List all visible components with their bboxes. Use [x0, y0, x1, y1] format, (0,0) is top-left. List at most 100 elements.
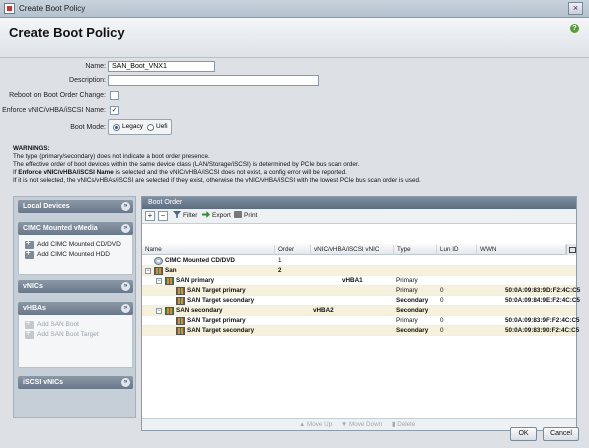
col-lun[interactable]: Lun ID — [437, 245, 477, 255]
filter-button[interactable]: Filter — [173, 211, 197, 221]
san-icon — [154, 267, 163, 275]
row-name: SAN primary — [176, 277, 215, 284]
bootmode-label: Boot Mode: — [70, 124, 106, 131]
export-button[interactable]: Export — [202, 211, 231, 221]
chevron-up-icon[interactable]: » — [121, 304, 130, 313]
row-name: SAN Target secondary — [187, 327, 255, 334]
cd-dvd-icon — [154, 257, 163, 265]
table-row[interactable]: SAN Target secondary Secondary 0 50:0A:0… — [142, 296, 580, 306]
col-name[interactable]: Name — [142, 245, 275, 255]
collapse-all-button[interactable]: − — [158, 211, 168, 221]
row-vnic: vHBA1 — [342, 277, 363, 284]
add-san-boot-label: Add SAN Boot — [37, 321, 79, 328]
collapse-node-icon[interactable]: − — [145, 268, 151, 274]
app-icon — [4, 3, 15, 14]
col-wwn[interactable]: WWN — [477, 245, 566, 255]
table-row[interactable]: SAN Target secondary Secondary 0 50:0A:0… — [142, 326, 579, 336]
section-cimc-vmedia-title: CIMC Mounted vMedia — [23, 225, 98, 232]
row-type: Primary — [396, 317, 418, 324]
row-lun: 0 — [440, 297, 444, 304]
add-san-boot-target-label: Add SAN Boot Target — [37, 331, 99, 338]
bootmode-uefi-label: Uefi — [156, 123, 168, 130]
section-vhbas[interactable]: vHBAs » — [18, 302, 133, 315]
row-wwn: 50:0A:09:83:9D:F2:4C:C5 — [505, 287, 581, 294]
name-field[interactable] — [108, 61, 215, 72]
section-local-devices-title: Local Devices — [23, 203, 70, 210]
section-iscsi-vnics[interactable]: iSCSI vNICs » — [18, 376, 133, 389]
add-san-boot-button[interactable]: Add SAN Boot — [25, 318, 79, 329]
col-vnic[interactable]: vNIC/vHBA/iSCSI vNIC — [311, 245, 394, 255]
add-san-target-icon — [25, 328, 34, 339]
window-title: Create Boot Policy — [19, 4, 86, 13]
section-iscsi-vnics-title: iSCSI vNICs — [23, 379, 64, 386]
chevron-down-icon[interactable]: » — [121, 202, 130, 211]
row-name: SAN Target secondary — [187, 297, 255, 304]
row-name: CIMC Mounted CD/DVD — [165, 257, 235, 264]
row-wwn: 50:0A:09:84:9E:F2:4C:C5 — [505, 297, 580, 304]
warning-line-3-post: is selected and the vNIC/vHBA/iSCSI does… — [113, 169, 347, 176]
print-button[interactable]: Print — [234, 211, 257, 221]
section-local-devices[interactable]: Local Devices » — [18, 200, 133, 213]
collapse-node-icon[interactable]: − — [156, 278, 162, 284]
chevron-up-icon[interactable]: » — [121, 224, 130, 233]
row-name: SAN secondary — [176, 307, 223, 314]
row-order: 2 — [278, 267, 282, 274]
reboot-checkbox[interactable] — [110, 91, 119, 100]
cancel-button[interactable]: Cancel — [543, 427, 579, 441]
enforce-checkbox[interactable]: ✓ — [110, 106, 119, 115]
column-chooser-icon[interactable] — [566, 244, 576, 255]
bootmode-uefi-radio[interactable] — [147, 124, 154, 131]
description-field[interactable] — [108, 75, 319, 86]
move-up-button[interactable]: ▲ Move Up — [299, 420, 332, 430]
row-order: 1 — [278, 257, 282, 264]
name-label: Name: — [85, 63, 106, 70]
move-down-button[interactable]: ▼ Move Down — [341, 420, 382, 430]
expand-all-button[interactable]: + — [145, 211, 155, 221]
close-icon[interactable]: × — [568, 2, 583, 15]
san-icon — [165, 307, 174, 315]
table-row[interactable]: − SAN primary vHBA1 Primary — [142, 276, 576, 286]
description-label: Description: — [69, 77, 106, 84]
warning-line-3-bold: Enforce vNIC/vHBA/iSCSI Name — [18, 169, 114, 176]
table-row[interactable]: SAN Target primary Primary 0 50:0A:09:83… — [142, 286, 580, 296]
help-icon[interactable]: ? — [570, 24, 579, 33]
col-type[interactable]: Type — [394, 245, 437, 255]
chevron-down-icon[interactable]: » — [121, 378, 130, 387]
reboot-label: Reboot on Boot Order Change: — [9, 92, 106, 99]
warnings-title: WARNINGS: — [13, 145, 50, 152]
ok-button[interactable]: OK — [510, 427, 537, 441]
add-cimc-hdd-button[interactable]: Add CIMC Mounted HDD — [25, 248, 110, 259]
row-vnic: vHBA2 — [313, 307, 334, 314]
enforce-label: Enforce vNIC/vHBA/iSCSI Name: — [2, 107, 106, 114]
table-row[interactable]: − San 2 — [142, 266, 576, 276]
table-row[interactable]: CIMC Mounted CD/DVD 1 — [142, 256, 576, 266]
export-icon — [202, 211, 210, 218]
add-cimc-cd-label: Add CIMC Mounted CD/DVD — [37, 241, 121, 248]
col-order[interactable]: Order — [275, 245, 311, 255]
chevron-down-icon[interactable]: » — [121, 282, 130, 291]
table-row[interactable]: SAN Target primary Primary 0 50:0A:09:83… — [142, 316, 580, 326]
table-row[interactable]: − SAN secondary vHBA2 Secondary — [142, 306, 576, 316]
add-san-boot-target-button[interactable]: Add SAN Boot Target — [25, 328, 99, 339]
row-name: SAN Target primary — [187, 287, 246, 294]
row-wwn: 50:0A:09:83:9F:F2:4C:C5 — [505, 317, 580, 324]
vhbas-body: Add SAN Boot Add SAN Boot Target — [18, 315, 133, 368]
row-name: San — [165, 267, 177, 274]
row-lun: 0 — [440, 327, 444, 334]
section-vnics-title: vNICs — [23, 283, 43, 290]
bootmode-legacy-radio[interactable] — [113, 124, 120, 131]
print-label: Print — [244, 212, 258, 219]
move-down-label: Move Down — [348, 421, 383, 428]
delete-button[interactable]: ▮ Delete — [392, 420, 415, 430]
row-lun: 0 — [440, 317, 444, 324]
delete-label: Delete — [397, 421, 416, 428]
section-vnics[interactable]: vNICs » — [18, 280, 133, 293]
row-type: Secondary — [396, 307, 429, 314]
export-label: Export — [212, 212, 231, 219]
add-cimc-cd-button[interactable]: Add CIMC Mounted CD/DVD — [25, 238, 121, 249]
arrow-down-icon: ▼ — [341, 421, 349, 428]
bootmode-legacy-label: Legacy — [122, 123, 143, 130]
collapse-node-icon[interactable]: − — [156, 308, 162, 314]
section-cimc-vmedia[interactable]: CIMC Mounted vMedia » — [18, 222, 133, 235]
san-icon — [165, 277, 174, 285]
